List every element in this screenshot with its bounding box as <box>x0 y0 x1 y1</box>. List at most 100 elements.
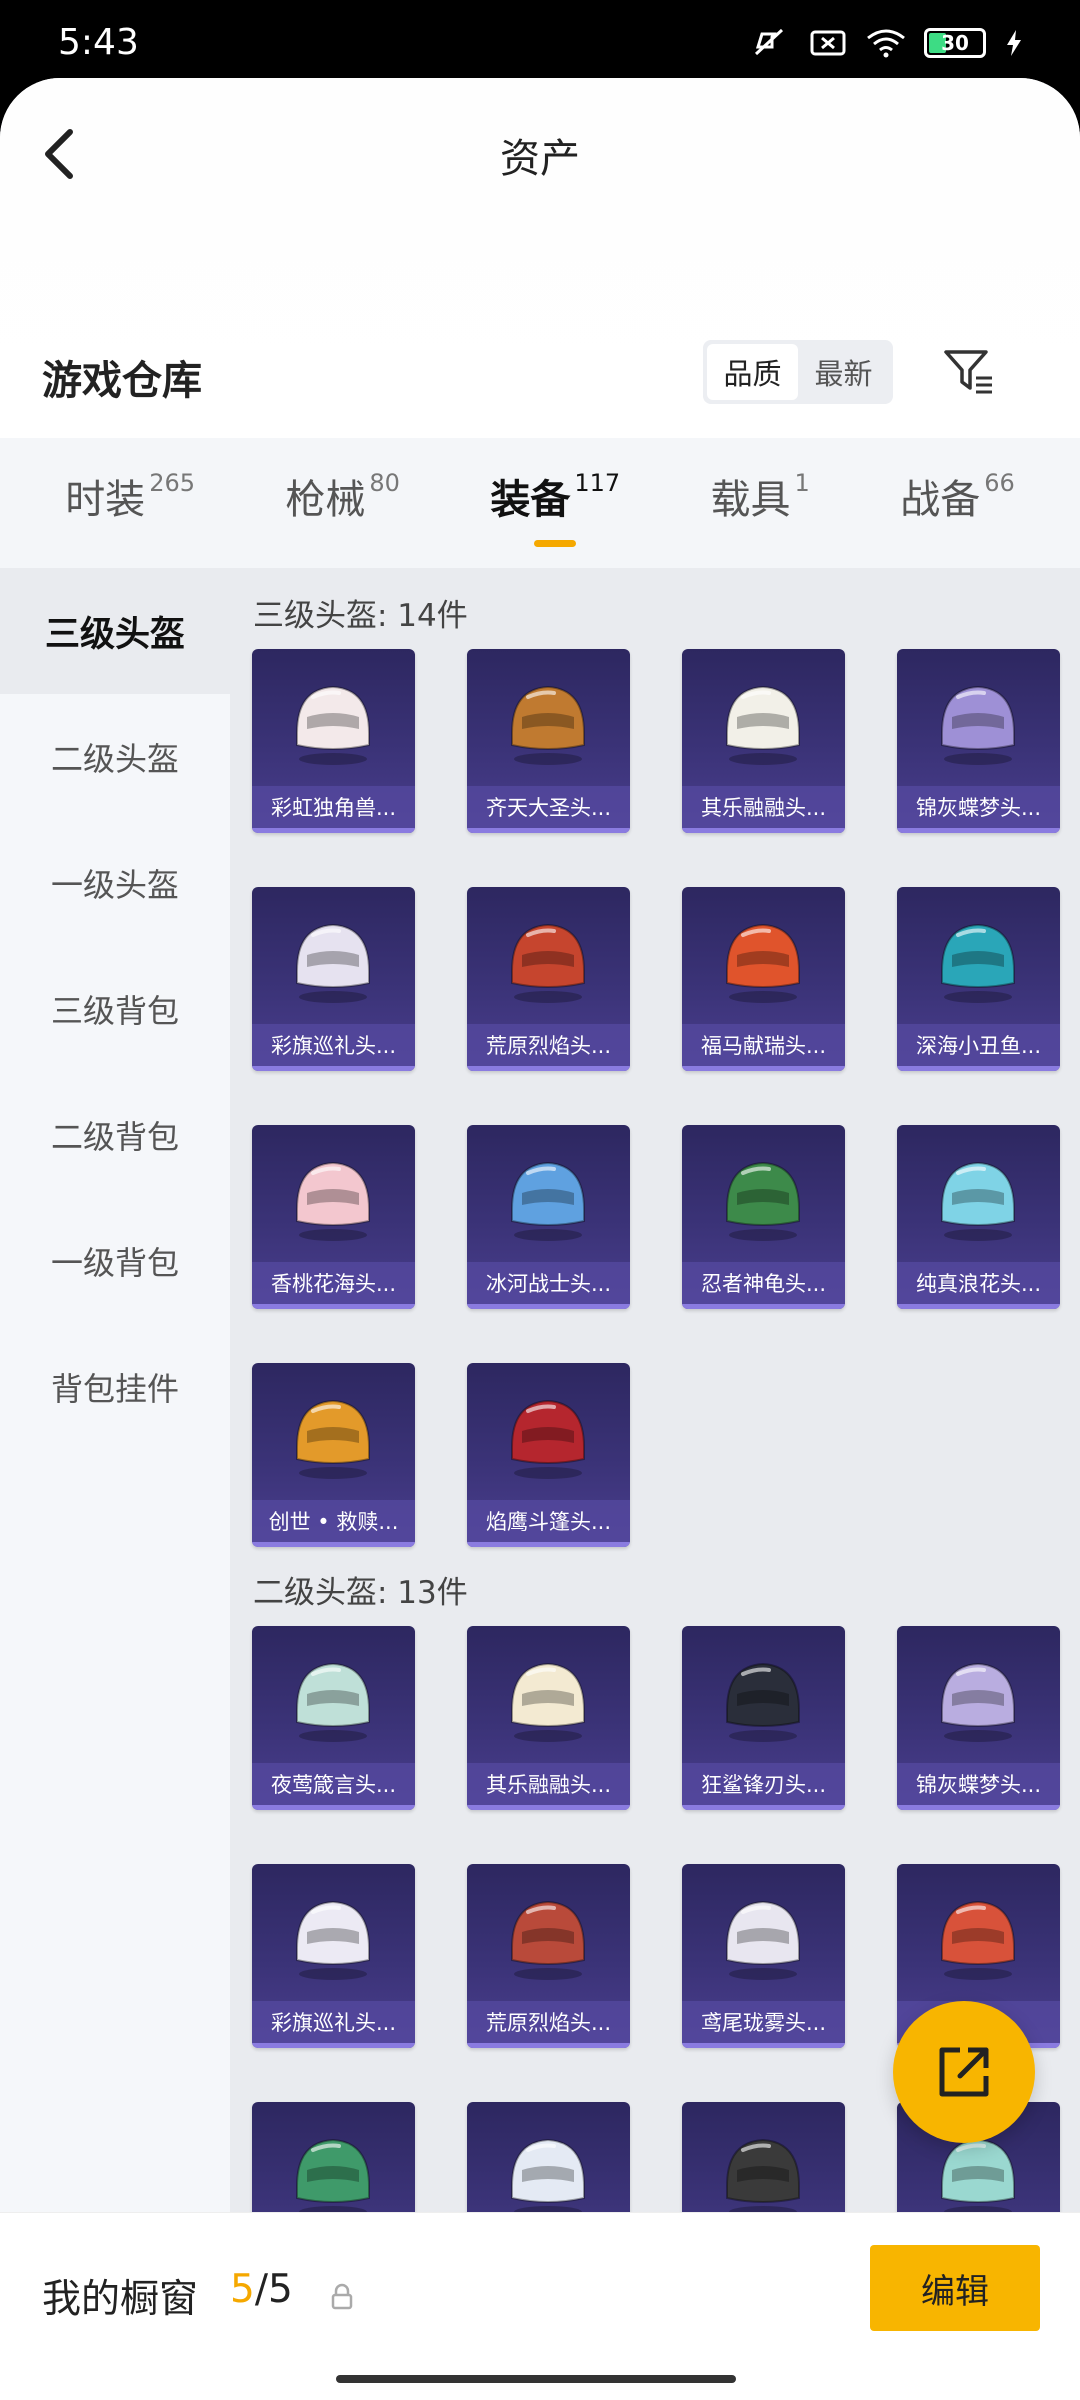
item-card[interactable]: 狂鲨锋刃头... <box>682 1626 845 1810</box>
item-card[interactable]: 夜莺箴言头... <box>252 1626 415 1810</box>
helmet-icon <box>296 2138 370 2218</box>
item-name: 创世 • 救赎... <box>252 1500 415 1542</box>
helmet-icon <box>511 1662 585 1742</box>
wifi-icon <box>867 29 905 58</box>
helmet-icon <box>941 1662 1015 1742</box>
helmet-icon <box>511 685 585 765</box>
item-name: 鸢尾珑雾头... <box>682 2001 845 2043</box>
item-name: 狂鲨锋刃头... <box>682 1763 845 1805</box>
item-name: 彩旗巡礼头... <box>252 2001 415 2043</box>
battery-icon: 30 <box>924 28 986 58</box>
item-card[interactable]: 冰河战士头... <box>467 1125 630 1309</box>
charging-icon <box>1007 30 1021 56</box>
tab-label: 枪械 <box>285 477 366 523</box>
page-title: 资产 <box>500 136 580 182</box>
item-card[interactable]: 其乐融融头... <box>467 1626 630 1810</box>
sidebar-item-lv1-helmet[interactable]: 一级头盔 <box>0 820 230 946</box>
header: 资产 游戏仓库 <box>0 78 1080 438</box>
tab-vehicles[interactable]: 载具 1 <box>711 467 810 539</box>
item-card[interactable]: 彩虹独角兽... <box>252 649 415 833</box>
sidebar-item-lv1-backpack[interactable]: 一级背包 <box>0 1198 230 1324</box>
share-fab-button[interactable] <box>893 2001 1035 2143</box>
item-card[interactable]: 彩旗巡礼头... <box>252 887 415 1071</box>
status-time: 5:43 <box>58 22 139 63</box>
showcase-count: 5/5 <box>230 2267 293 2312</box>
status-icons: 30 <box>750 28 1024 58</box>
helmet-icon <box>941 1900 1015 1980</box>
tab-weapons[interactable]: 枪械 80 <box>285 467 400 539</box>
item-name: 忍者神龟头... <box>682 1262 845 1304</box>
tab-label: 载具 <box>710 477 791 523</box>
sidebar-item-lv3-helmet[interactable]: 三级头盔 <box>0 568 230 694</box>
helmet-icon <box>511 923 585 1003</box>
item-name: 冰河战士头... <box>467 1262 630 1304</box>
item-name: 齐天大圣头... <box>467 786 630 828</box>
tab-label: 战备 <box>900 477 981 523</box>
tab-gear[interactable]: 战备 66 <box>900 467 1015 539</box>
item-card[interactable]: 纯真浪花头... <box>897 1125 1060 1309</box>
helmet-icon <box>296 1161 370 1241</box>
bottom-bar: 我的橱窗 5/5 编辑 <box>0 2212 1080 2400</box>
item-card[interactable]: 香桃花海头... <box>252 1125 415 1309</box>
helmet-icon <box>726 1161 800 1241</box>
sort-quality-option[interactable]: 品质 <box>707 344 798 400</box>
item-card[interactable]: 福马献瑞头... <box>682 887 845 1071</box>
tab-label: 装备 <box>490 477 571 523</box>
external-link-icon <box>939 2047 989 2097</box>
edit-button[interactable]: 编辑 <box>870 2245 1040 2331</box>
helmet-icon <box>296 1900 370 1980</box>
tab-count: 66 <box>984 469 1015 497</box>
helmet-icon <box>726 1662 800 1742</box>
item-card[interactable]: 焰鹰斗篷头... <box>467 1363 630 1547</box>
helmet-icon <box>511 1399 585 1479</box>
item-card[interactable]: 其乐融融头... <box>682 649 845 833</box>
category-tabs: 时装 265 枪械 80 装备 117 载具 1 战备 66 <box>0 438 1080 568</box>
item-card[interactable]: 锦灰蝶梦头... <box>897 1626 1060 1810</box>
item-card[interactable]: 荒原烈焰头... <box>467 887 630 1071</box>
group-title-lv2-helmet: 二级头盔: 13件 <box>253 1575 468 1611</box>
helmet-icon <box>296 1399 370 1479</box>
tab-count: 117 <box>574 469 621 497</box>
item-card[interactable]: 鸢尾珑雾头... <box>682 1864 845 2048</box>
sidebar-item-backpack-charm[interactable]: 背包挂件 <box>0 1324 230 1450</box>
sidebar-item-lv2-helmet[interactable]: 二级头盔 <box>0 694 230 820</box>
sort-toggle: 品质 最新 <box>703 340 893 404</box>
item-name: 深海小丑鱼... <box>897 1024 1060 1066</box>
item-card[interactable]: 荒原烈焰头... <box>467 1864 630 2048</box>
tab-label: 时装 <box>65 477 146 523</box>
helmet-icon <box>941 1161 1015 1241</box>
tab-fashion[interactable]: 时装 265 <box>65 467 195 539</box>
helmet-icon <box>296 1662 370 1742</box>
tab-count: 1 <box>794 469 810 497</box>
helmet-icon <box>726 685 800 765</box>
helmet-icon <box>511 1161 585 1241</box>
item-card[interactable]: 锦灰蝶梦头... <box>897 649 1060 833</box>
sidebar: 三级头盔 二级头盔 一级头盔 三级背包 二级背包 一级背包 背包挂件 <box>0 568 230 2288</box>
no-sim-icon <box>810 30 846 56</box>
sidebar-item-lv2-backpack[interactable]: 二级背包 <box>0 1072 230 1198</box>
showcase-label: 我的橱窗 <box>42 2277 199 2322</box>
helmet-icon <box>941 685 1015 765</box>
tab-equipment[interactable]: 装备 117 <box>490 467 620 539</box>
sidebar-item-lv3-backpack[interactable]: 三级背包 <box>0 946 230 1072</box>
filter-icon[interactable] <box>940 344 996 400</box>
item-name: 焰鹰斗篷头... <box>467 1500 630 1542</box>
item-name: 其乐融融头... <box>467 1763 630 1805</box>
item-name: 夜莺箴言头... <box>252 1763 415 1805</box>
helmet-icon <box>726 923 800 1003</box>
item-card[interactable]: 忍者神龟头... <box>682 1125 845 1309</box>
item-card[interactable]: 创世 • 救赎... <box>252 1363 415 1547</box>
item-name: 锦灰蝶梦头... <box>897 786 1060 828</box>
lock-icon <box>331 2283 353 2310</box>
item-name: 荒原烈焰头... <box>467 1024 630 1066</box>
helmet-icon <box>511 2138 585 2218</box>
item-card[interactable]: 彩旗巡礼头... <box>252 1864 415 2048</box>
sort-newest-option[interactable]: 最新 <box>798 344 889 400</box>
item-card[interactable]: 齐天大圣头... <box>467 649 630 833</box>
helmet-icon <box>726 1900 800 1980</box>
helmet-icon <box>296 923 370 1003</box>
item-name: 福马献瑞头... <box>682 1024 845 1066</box>
item-card[interactable]: 深海小丑鱼... <box>897 887 1060 1071</box>
helmet-icon <box>296 685 370 765</box>
status-bar: 5:43 30 <box>0 0 1080 80</box>
